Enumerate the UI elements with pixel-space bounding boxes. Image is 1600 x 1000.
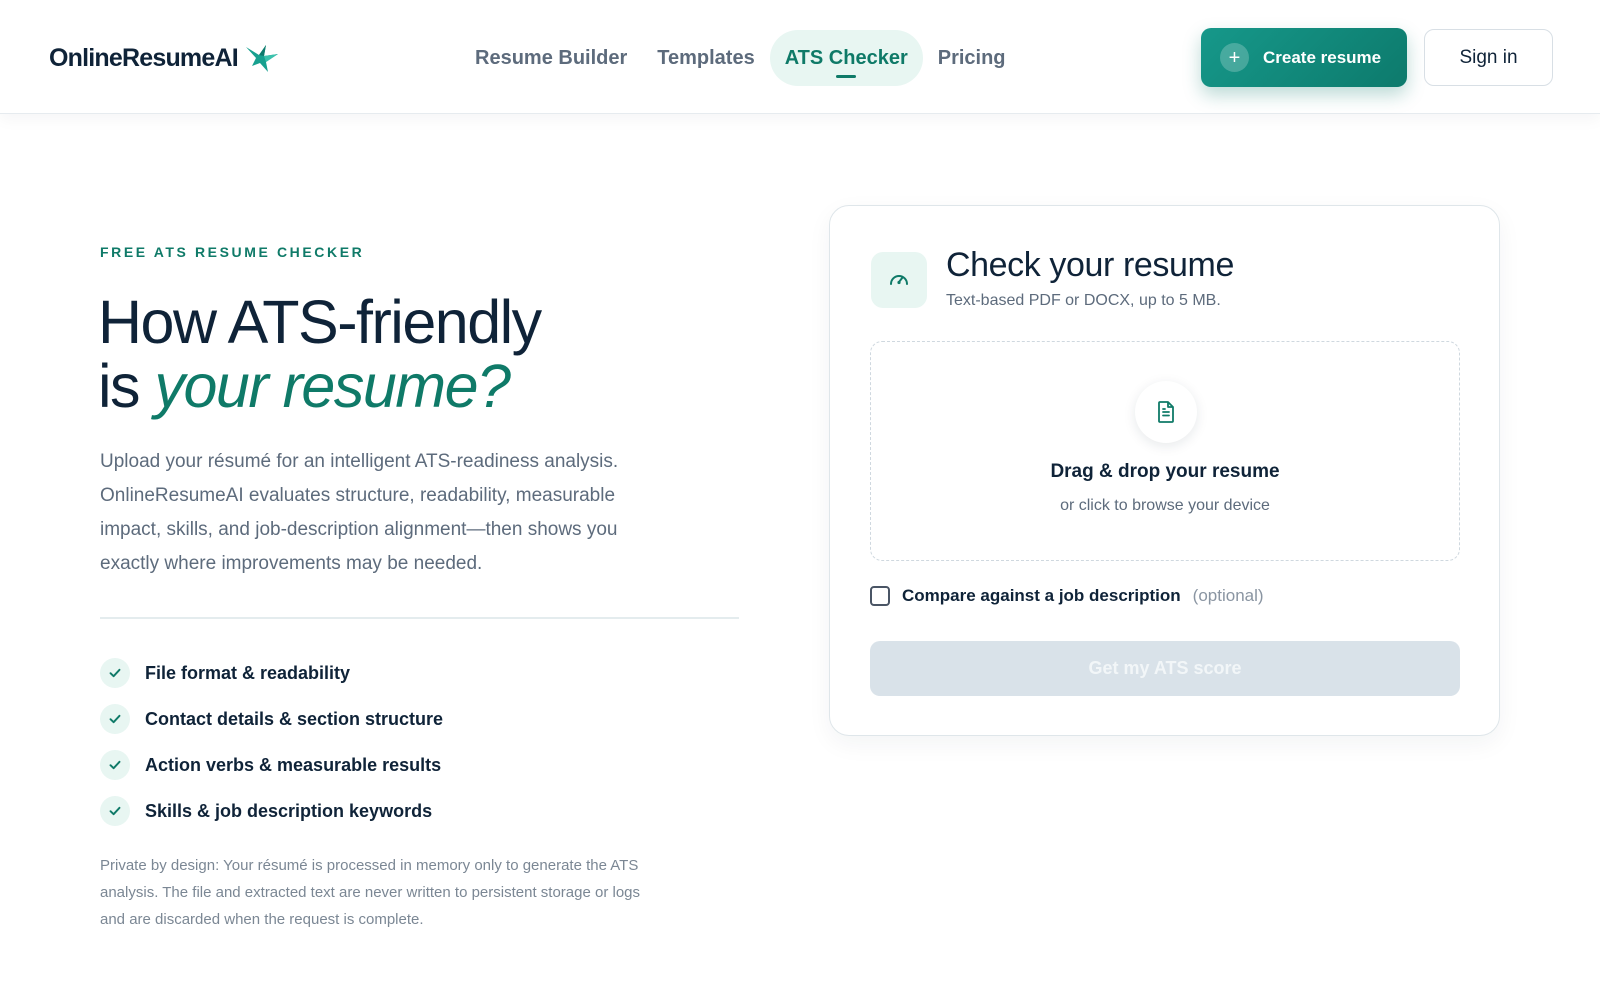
plus-icon: + [1220,43,1249,72]
check-icon [100,658,130,688]
main-nav: Resume Builder Templates ATS Checker Pri… [460,30,1021,86]
checklist-item: Action verbs & measurable results [100,742,443,788]
privacy-note: Private by design: Your résumé is proces… [100,857,640,928]
check-icon [100,750,130,780]
nav-templates[interactable]: Templates [642,30,769,86]
create-resume-button[interactable]: + Create resume [1201,28,1407,87]
compare-checkbox[interactable] [870,586,890,606]
resume-check-card: Check your resume Text-based PDF or DOCX… [829,205,1500,736]
site-header: OnlineResumeAI Resume Builder Templates … [0,0,1600,114]
checklist-item: Contact details & section structure [100,696,443,742]
card-title: Check your resume [946,246,1234,284]
card-subtitle: Text-based PDF or DOCX, up to 5 MB. [946,292,1221,309]
nav-pricing[interactable]: Pricing [923,30,1021,86]
get-ats-score-button[interactable]: Get my ATS score [870,641,1460,696]
create-resume-label: Create resume [1263,47,1382,67]
brand-name: OnlineResumeAI [49,43,239,72]
divider [100,617,739,619]
sign-in-button[interactable]: Sign in [1424,29,1553,86]
feature-checklist: File format & readability Contact detail… [100,650,443,834]
hero-eyebrow: FREE ATS RESUME CHECKER [100,244,365,260]
check-icon [100,704,130,734]
hero-title: How ATS-friendly is your resume? [98,288,542,420]
dropzone-title: Drag & drop your resume [1050,461,1280,482]
check-icon [100,796,130,826]
checklist-label: Action verbs & measurable results [145,754,442,775]
resume-dropzone[interactable]: Drag & drop your resume or click to brow… [870,341,1460,561]
hero-title-line1: How ATS-friendly [98,288,542,356]
compare-jd-toggle[interactable]: Compare against a job description (optio… [870,586,1264,606]
checklist-label: Skills & job description keywords [145,800,433,821]
hero-description: Upload your résumé for an intelligent AT… [100,451,619,574]
hero-title-accent: your resume? [154,352,511,420]
checklist-item: File format & readability [100,650,443,696]
checklist-label: File format & readability [145,662,351,683]
nav-resume-builder[interactable]: Resume Builder [460,30,642,86]
document-icon [1135,381,1197,443]
bird-logo-icon [245,45,278,72]
dropzone-subtitle: or click to browse your device [1060,497,1270,514]
compare-optional-label: (optional) [1192,586,1264,605]
compare-label: Compare against a job description [902,586,1181,605]
checklist-label: Contact details & section structure [145,708,444,729]
nav-ats-checker[interactable]: ATS Checker [769,30,923,86]
brand-logo[interactable]: OnlineResumeAI [49,42,280,74]
gauge-icon [871,252,927,308]
checklist-item: Skills & job description keywords [100,788,443,834]
hero-title-prefix: is [98,352,155,420]
